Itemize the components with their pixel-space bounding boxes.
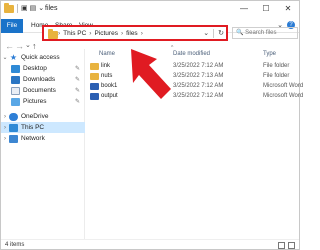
breadcrumb-this-pc[interactable]: This PC [63,29,86,39]
chevron-right-icon[interactable]: › [1,125,9,131]
tab-file[interactable]: File [1,19,23,33]
file-explorer-window: ▣ ▤ ⌄ files — ☐ ✕ File Home Share View ⌄… [0,0,303,250]
large-icons-view-icon[interactable] [288,242,295,249]
file-date: 3/25/2022 7:13 AM [173,73,224,79]
star-icon: ★ [9,52,18,62]
list-item[interactable]: output 3/25/2022 7:12 AM Microsoft Word [87,92,303,101]
toolbar-divider [17,4,18,13]
chevron-right-icon[interactable]: › [1,136,9,142]
sidebar-item-onedrive[interactable]: › OneDrive [1,111,85,122]
folder-icon [90,73,99,80]
breadcrumb-files[interactable]: files [126,29,138,39]
sidebar-item-label: Pictures [23,98,47,105]
folder-icon [48,29,58,39]
sidebar-item-this-pc[interactable]: › This PC [1,122,85,133]
column-header-type[interactable]: Type [263,49,276,60]
item-count: 4 items [5,242,25,248]
file-type: Microsoft Word [263,83,304,89]
address-bar[interactable]: › This PC › Pictures › files › ⌄ ↻ [42,25,228,41]
sidebar-item-label: Network [21,135,45,142]
maximize-button[interactable]: ☐ [255,1,277,17]
address-divider [213,29,215,38]
chevron-down-icon[interactable]: ⌄ [1,54,9,61]
window-title: files [45,5,58,12]
file-date: 3/25/2022 7:12 AM [173,83,224,89]
sidebar-item-label: This PC [21,124,45,131]
minimize-button[interactable]: — [233,1,255,17]
annotation-arrow-shape [131,49,171,99]
sidebar-item-desktop[interactable]: Desktop ✎ [1,63,85,74]
window-controls: — ☐ ✕ [233,1,299,17]
folder-icon [4,2,14,13]
column-header-date-modified[interactable]: Date modified [173,49,210,60]
column-header-name[interactable]: Name [99,49,115,60]
list-item[interactable]: link 3/25/2022 7:12 AM File folder [87,62,297,71]
sidebar-item-label: Quick access [21,54,60,61]
new-folder-icon[interactable]: ▤ [30,4,37,13]
cloud-icon [9,112,18,121]
chevron-right-icon: › [58,30,61,37]
status-bar: 4 items [1,239,299,250]
sidebar-item-label: Documents [23,87,56,94]
navigation-pane: ⌄ ★ Quick access Desktop ✎ Downloads ✎ D… [1,49,85,239]
pin-icon: ✎ [75,99,81,105]
sidebar-item-downloads[interactable]: Downloads ✎ [1,74,85,85]
word-document-icon [90,93,99,100]
address-bar-actions: ⌄ ↻ [203,28,224,39]
details-view-icon[interactable] [278,242,285,249]
word-document-icon [90,83,99,90]
file-name: link [101,63,111,69]
downloads-icon [11,75,20,84]
pin-icon: ✎ [75,88,81,94]
list-item[interactable]: book1 3/25/2022 7:12 AM Microsoft Word [87,82,303,91]
pin-icon: ✎ [75,77,81,83]
pictures-icon [11,97,20,106]
file-type: File folder [263,63,290,69]
documents-icon [11,86,20,95]
sidebar-item-network[interactable]: › Network [1,133,85,144]
refresh-icon[interactable]: ↻ [218,28,224,39]
sidebar-item-label: Desktop [23,65,47,72]
computer-icon [9,123,18,132]
search-input[interactable]: 🔍 Search files [232,27,298,39]
list-item[interactable]: nuts 3/25/2022 7:13 AM File folder [87,72,297,81]
pin-icon: ✎ [75,66,81,72]
view-toggle [278,242,295,249]
network-icon [9,134,18,143]
recent-locations-button[interactable]: ⌄ [25,41,31,49]
address-dropdown-icon[interactable]: ⌄ [203,28,209,39]
breadcrumb-pictures[interactable]: Pictures [94,29,117,39]
breadcrumb: › This PC › Pictures › files › [58,29,143,39]
title-bar: ▣ ▤ ⌄ files — ☐ ✕ [1,1,299,19]
annotation-arrow [131,49,171,99]
chevron-right-icon[interactable]: › [1,114,9,120]
desktop-icon [11,64,20,73]
sidebar-item-quick-access[interactable]: ⌄ ★ Quick access [1,52,85,63]
chevron-right-icon[interactable]: › [121,29,123,39]
properties-icon[interactable]: ▣ [21,4,28,13]
file-name: book1 [101,83,118,89]
file-name: output [101,93,118,99]
sidebar-item-label: Downloads [23,76,56,83]
file-type: File folder [263,73,290,79]
file-type: Microsoft Word [263,93,304,99]
chevron-right-icon[interactable]: › [141,29,143,39]
sidebar-item-label: OneDrive [21,113,49,120]
chevron-right-icon[interactable]: › [89,29,91,39]
quick-access-toolbar: ▣ ▤ ⌄ [4,2,44,13]
folder-icon [90,63,99,70]
file-name: nuts [101,73,113,79]
sidebar-item-pictures[interactable]: Pictures ✎ [1,96,85,107]
sidebar-item-documents[interactable]: Documents ✎ [1,85,85,96]
close-button[interactable]: ✕ [277,1,299,17]
customize-toolbar-icon[interactable]: ⌄ [38,4,44,13]
file-date: 3/25/2022 7:12 AM [173,63,224,69]
file-date: 3/25/2022 7:12 AM [173,93,224,99]
